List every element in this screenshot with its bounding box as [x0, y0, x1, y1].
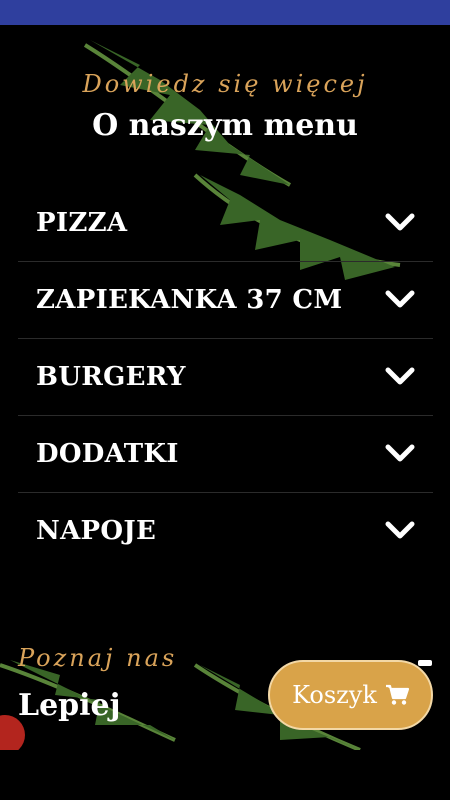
chevron-down-icon: [385, 367, 415, 385]
menu-item-zapiekanka[interactable]: ZAPIEKANKA 37 CM: [18, 262, 433, 339]
menu-item-label: PIZZA: [36, 208, 128, 238]
menu-item-pizza[interactable]: PIZZA: [18, 185, 433, 262]
menu-item-label: ZAPIEKANKA 37 CM: [36, 285, 343, 315]
menu-item-label: DODATKI: [36, 439, 179, 469]
menu-item-napoje[interactable]: NAPOJE: [18, 493, 433, 569]
shopping-cart-icon: [385, 684, 409, 705]
chevron-down-icon: [385, 444, 415, 462]
menu-item-label: BURGERY: [36, 362, 186, 392]
scroll-indicator: [418, 660, 432, 666]
chevron-down-icon: [385, 521, 415, 539]
section-subtitle: Dowiedz się więcej: [82, 70, 368, 98]
menu-category-list: PIZZA ZAPIEKANKA 37 CM BURGERY DODATKI N…: [18, 185, 433, 569]
menu-item-burgery[interactable]: BURGERY: [18, 339, 433, 416]
section-title: O naszym menu: [92, 108, 358, 143]
about-subtitle: Poznaj nas: [18, 644, 178, 672]
navigation-bar: [0, 750, 450, 800]
status-bar: [0, 0, 450, 25]
cart-button[interactable]: Koszyk: [268, 660, 433, 730]
cart-label: Koszyk: [292, 681, 377, 709]
about-title: Lepiej: [18, 688, 121, 723]
menu-item-label: NAPOJE: [36, 516, 157, 546]
chevron-down-icon: [385, 213, 415, 231]
menu-item-dodatki[interactable]: DODATKI: [18, 416, 433, 493]
chevron-down-icon: [385, 290, 415, 308]
